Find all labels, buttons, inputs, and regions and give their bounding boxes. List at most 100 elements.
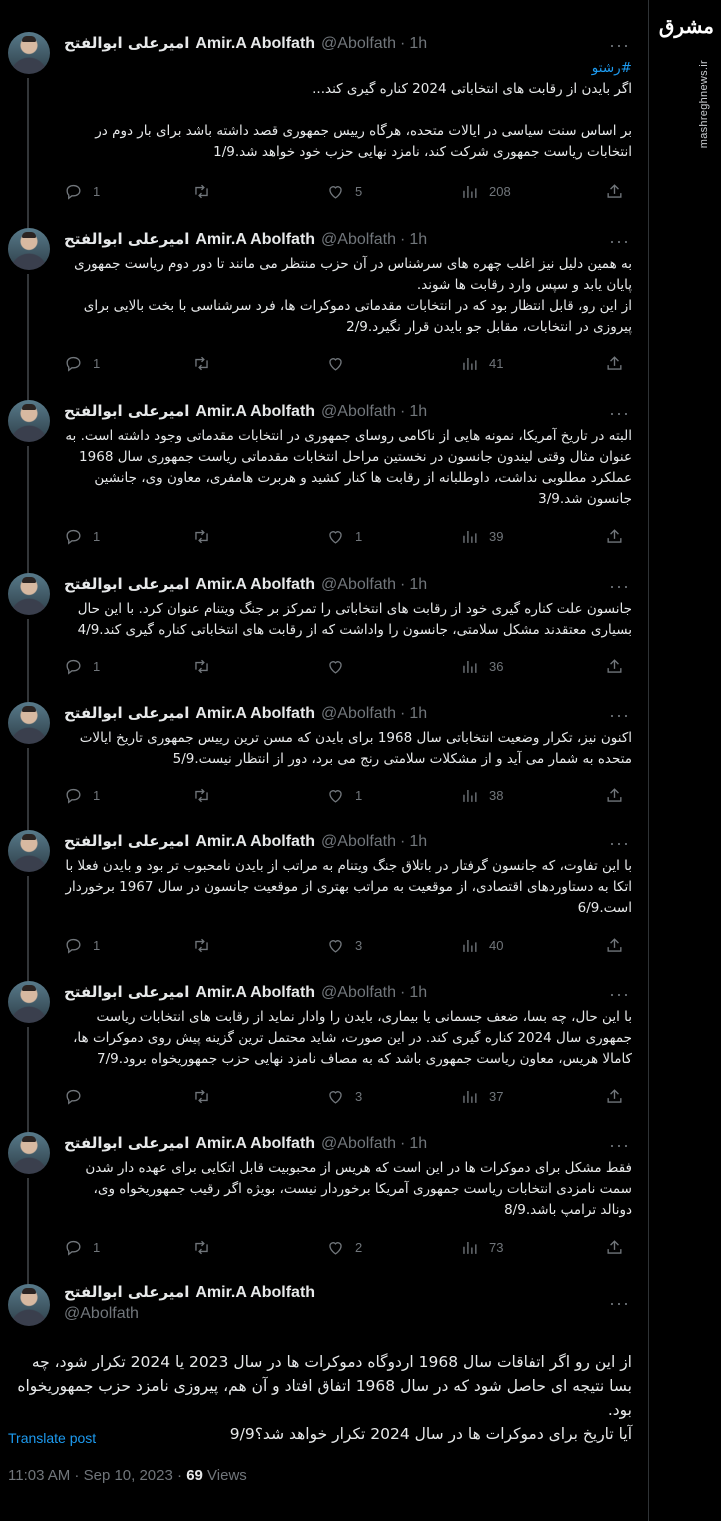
avatar[interactable] bbox=[8, 32, 50, 74]
tweet-time[interactable]: 1h bbox=[409, 576, 427, 593]
author-name-fa[interactable]: امیرعلی ابوالفتح bbox=[64, 832, 189, 850]
author-handle[interactable]: @Abolfath bbox=[321, 705, 396, 722]
reply-button[interactable]: 1 bbox=[64, 934, 100, 956]
avatar[interactable] bbox=[8, 1284, 50, 1326]
tweet-time[interactable]: 1h bbox=[409, 833, 427, 850]
more-options-icon[interactable]: ··· bbox=[609, 577, 630, 595]
share-icon bbox=[607, 937, 622, 952]
avatar[interactable] bbox=[8, 981, 50, 1023]
author-name-en[interactable]: Amir.A Abolfath bbox=[195, 576, 315, 593]
separator-dot: · bbox=[400, 984, 406, 1001]
more-options-icon[interactable]: ··· bbox=[609, 706, 630, 724]
author-name-fa[interactable]: امیرعلی ابوالفتح bbox=[64, 1134, 189, 1152]
like-button[interactable] bbox=[326, 352, 355, 374]
author-name-en[interactable]: Amir.A Abolfath bbox=[195, 833, 315, 850]
reply-button[interactable]: 1 bbox=[64, 784, 100, 806]
views-button[interactable]: 40 bbox=[460, 934, 503, 956]
author-handle[interactable]: @Abolfath bbox=[321, 984, 396, 1001]
share-button[interactable] bbox=[605, 1236, 624, 1258]
more-options-icon[interactable]: ··· bbox=[609, 834, 630, 852]
views-button[interactable]: 36 bbox=[460, 655, 503, 677]
views-button[interactable]: 208 bbox=[460, 180, 511, 202]
author-name-fa[interactable]: امیرعلی ابوالفتح bbox=[64, 983, 189, 1001]
author-handle[interactable]: @Abolfath bbox=[64, 1305, 139, 1323]
retweet-button[interactable] bbox=[192, 934, 221, 956]
more-options-icon[interactable]: ··· bbox=[609, 985, 630, 1003]
share-button[interactable] bbox=[605, 784, 624, 806]
reply-button[interactable]: 1 bbox=[64, 180, 100, 202]
more-options-icon[interactable]: ··· bbox=[609, 1294, 630, 1312]
author-name-en[interactable]: Amir.A Abolfath bbox=[195, 1135, 315, 1152]
views-icon bbox=[463, 789, 477, 802]
more-options-icon[interactable]: ··· bbox=[609, 36, 630, 54]
views-button[interactable]: 41 bbox=[460, 352, 503, 374]
timestamp[interactable]: 11:03 AM · Sep 10, 2023 bbox=[8, 1467, 173, 1484]
tweet-time[interactable]: 1h bbox=[409, 705, 427, 722]
like-button[interactable]: 3 bbox=[326, 1085, 362, 1107]
more-options-icon[interactable]: ··· bbox=[609, 1136, 630, 1154]
share-button[interactable] bbox=[605, 525, 624, 547]
reply-button[interactable]: 1 bbox=[64, 1236, 100, 1258]
share-button[interactable] bbox=[605, 1085, 624, 1107]
retweet-button[interactable] bbox=[192, 525, 221, 547]
tweet-time[interactable]: 1h bbox=[409, 1135, 427, 1152]
retweet-button[interactable] bbox=[192, 1085, 221, 1107]
author-name-en[interactable]: Amir.A Abolfath bbox=[195, 984, 315, 1001]
author-name-fa[interactable]: امیرعلی ابوالفتح bbox=[64, 402, 189, 420]
views-button[interactable]: 73 bbox=[460, 1236, 503, 1258]
avatar[interactable] bbox=[8, 702, 50, 744]
like-button[interactable]: 2 bbox=[326, 1236, 362, 1258]
author-handle[interactable]: @Abolfath bbox=[321, 1135, 396, 1152]
more-options-icon[interactable]: ··· bbox=[609, 404, 630, 422]
translate-post-link[interactable]: Translate post bbox=[8, 1430, 96, 1446]
tweet-time[interactable]: 1h bbox=[409, 35, 427, 52]
author-name-en[interactable]: Amir.A Abolfath bbox=[195, 403, 315, 420]
avatar[interactable] bbox=[8, 228, 50, 270]
like-button[interactable]: 1 bbox=[326, 525, 362, 547]
retweet-button[interactable] bbox=[192, 655, 221, 677]
share-button[interactable] bbox=[605, 655, 624, 677]
share-button[interactable] bbox=[605, 352, 624, 374]
like-button[interactable]: 1 bbox=[326, 784, 362, 806]
share-button[interactable] bbox=[605, 180, 624, 202]
avatar[interactable] bbox=[8, 830, 50, 872]
author-handle[interactable]: @Abolfath bbox=[321, 35, 396, 52]
like-button[interactable]: 3 bbox=[326, 934, 362, 956]
like-button[interactable] bbox=[326, 655, 355, 677]
reply-button[interactable] bbox=[64, 1085, 93, 1107]
retweet-button[interactable] bbox=[192, 352, 221, 374]
reply-count: 1 bbox=[93, 528, 101, 544]
avatar[interactable] bbox=[8, 1132, 50, 1174]
tweet-time[interactable]: 1h bbox=[409, 984, 427, 1001]
like-button[interactable]: 5 bbox=[326, 180, 362, 202]
reply-button[interactable]: 1 bbox=[64, 655, 100, 677]
author-handle[interactable]: @Abolfath bbox=[321, 576, 396, 593]
author-name-fa[interactable]: امیرعلی ابوالفتح bbox=[64, 575, 189, 593]
retweet-button[interactable] bbox=[192, 180, 221, 202]
reply-button[interactable]: 1 bbox=[64, 525, 100, 547]
author-name[interactable]: امیرعلی ابوالفتح Amir.A Abolfath bbox=[64, 1283, 315, 1302]
author-name-fa[interactable]: امیرعلی ابوالفتح bbox=[64, 34, 189, 52]
retweet-button[interactable] bbox=[192, 784, 221, 806]
author-handle[interactable]: @Abolfath bbox=[321, 403, 396, 420]
author-name-en[interactable]: Amir.A Abolfath bbox=[195, 35, 315, 52]
author-handle[interactable]: @Abolfath bbox=[321, 833, 396, 850]
share-icon bbox=[607, 658, 622, 673]
avatar[interactable] bbox=[8, 573, 50, 615]
author-name-en[interactable]: Amir.A Abolfath bbox=[195, 705, 315, 722]
more-options-icon[interactable]: ··· bbox=[609, 232, 630, 250]
author-name-fa[interactable]: امیرعلی ابوالفتح bbox=[64, 230, 189, 248]
author-handle[interactable]: @Abolfath bbox=[321, 231, 396, 248]
retweet-button[interactable] bbox=[192, 1236, 221, 1258]
author-name-fa[interactable]: امیرعلی ابوالفتح bbox=[64, 704, 189, 722]
author-name-en[interactable]: Amir.A Abolfath bbox=[195, 231, 315, 248]
tweet-time[interactable]: 1h bbox=[409, 403, 427, 420]
views-button[interactable]: 38 bbox=[460, 784, 503, 806]
tweet-time[interactable]: 1h bbox=[409, 231, 427, 248]
views-button[interactable]: 39 bbox=[460, 525, 503, 547]
hashtag-link[interactable]: #رشتو bbox=[64, 58, 632, 79]
reply-button[interactable]: 1 bbox=[64, 352, 100, 374]
views-button[interactable]: 37 bbox=[460, 1085, 503, 1107]
avatar[interactable] bbox=[8, 400, 50, 442]
share-button[interactable] bbox=[605, 934, 624, 956]
